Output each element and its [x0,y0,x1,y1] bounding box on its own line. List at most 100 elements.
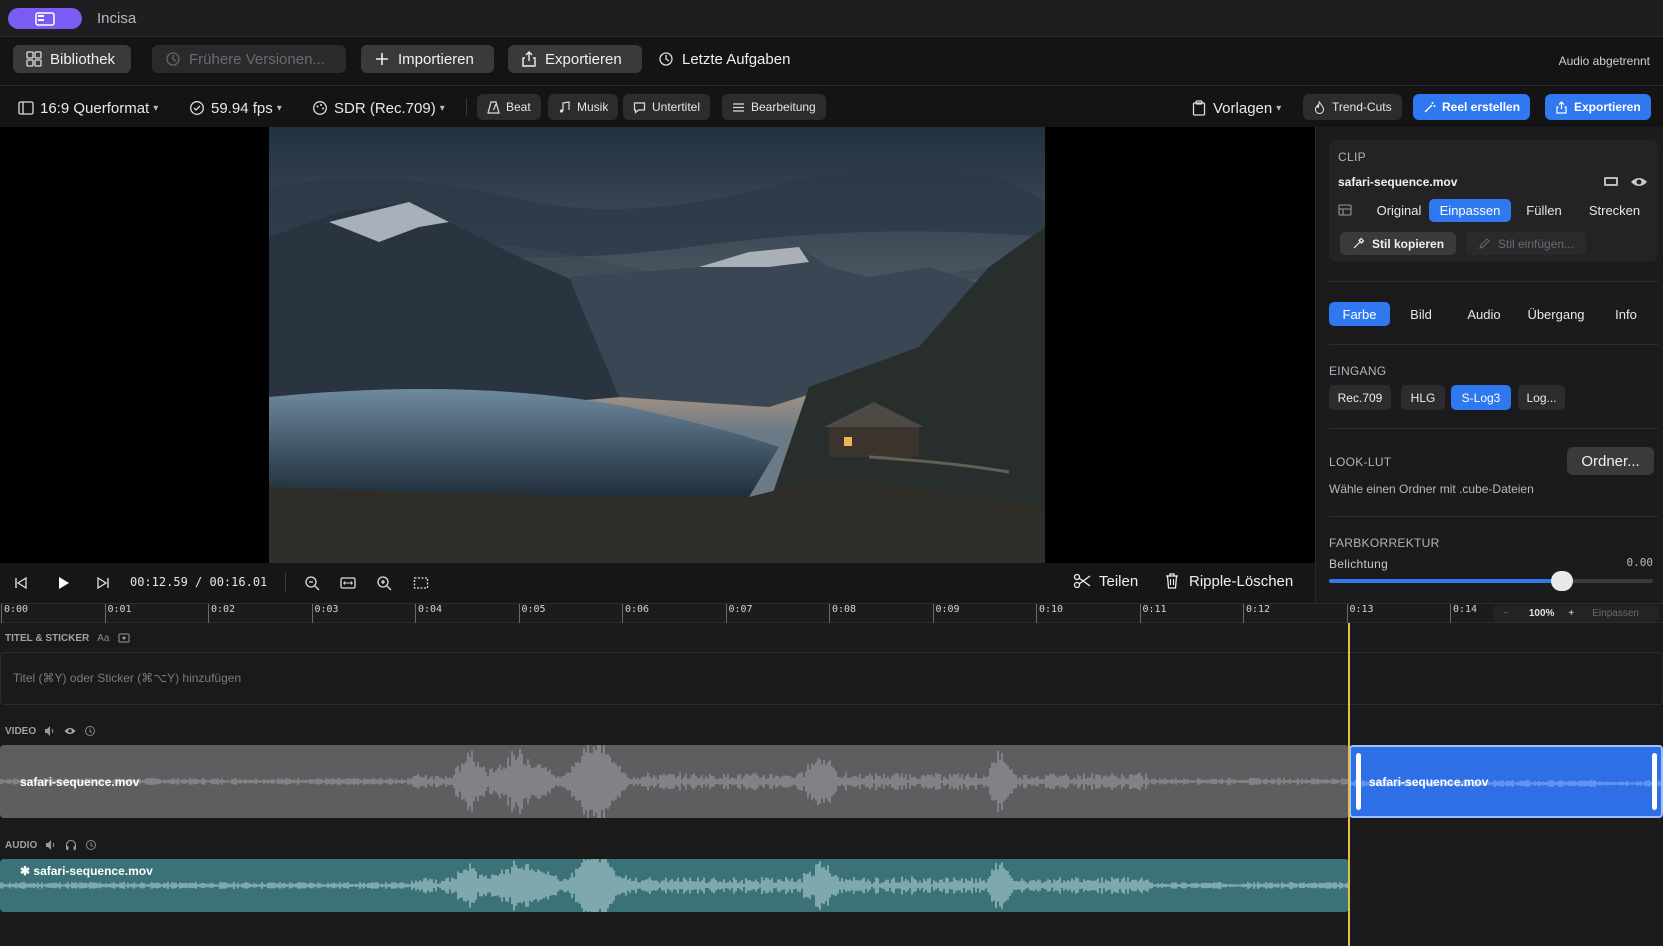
exposure-slider-fill [1329,579,1561,583]
clip-filename: safari-sequence.mov [1338,175,1458,189]
play-icon[interactable] [55,575,71,591]
plus-icon [376,53,388,65]
split-button[interactable]: Teilen [1073,572,1138,590]
export-button[interactable]: Exportieren [1545,94,1651,120]
eye-icon[interactable] [64,725,76,737]
separator [285,572,286,592]
video-clip-selected[interactable]: safari-sequence.mov [1349,745,1663,818]
speaker-icon[interactable] [44,725,56,737]
zoom-fit-button[interactable]: Einpassen [1592,608,1639,619]
zoom-level: 100% [1528,608,1555,619]
input-slog3[interactable]: S-Log3 [1451,385,1511,410]
beat-button[interactable]: Beat [477,94,541,120]
ruler-tick: 0:11 [1139,604,1167,623]
create-reel-button[interactable]: Reel erstellen [1413,94,1531,120]
scissors-icon [1073,573,1091,589]
export-label: Exportieren [1574,100,1641,114]
step-back-icon[interactable] [13,575,29,591]
app-badge[interactable] [8,8,82,29]
list-icon [733,102,744,112]
fit-mode-fuellen[interactable]: Füllen [1511,199,1577,222]
step-forward-icon[interactable] [95,575,111,591]
paste-style-button[interactable]: Stil einfügen... [1466,232,1587,255]
zoom-in-icon[interactable] [376,575,392,591]
landscape-preview-image [269,127,1045,563]
exposure-value: 0.00 [1626,556,1654,569]
ripple-delete-button[interactable]: Ripple-Löschen [1163,572,1293,590]
tab-farbe[interactable]: Farbe [1329,302,1390,326]
fit-mode-original[interactable]: Original [1362,199,1436,222]
speaker-icon[interactable] [45,839,57,851]
fit-mode-strecken[interactable]: Strecken [1577,199,1652,222]
share-icon [1556,100,1567,114]
tab-audio[interactable]: Audio [1452,302,1516,326]
clip-trim-handle-left[interactable] [1356,753,1361,810]
share-icon [522,51,536,67]
aspect-ratio-dropdown[interactable]: 16:9 Querformat ▾ [18,96,158,120]
divider [1329,344,1658,345]
lock-icon[interactable] [84,725,96,737]
speech-bubble-icon [633,101,646,114]
timeline-ruler[interactable]: 0:00 0:01 0:02 0:03 0:04 0:05 0:06 0:07 0:08 0:09… [0,603,1663,623]
zoom-out-icon[interactable] [304,575,320,591]
previous-versions-button[interactable]: Frühere Versionen... [152,45,346,73]
lock-icon[interactable] [85,839,97,851]
divider [1329,281,1658,282]
audio-track-name: AUDIO [5,839,38,851]
zoom-out-button[interactable]: − [1503,608,1509,619]
copy-style-button[interactable]: Stil kopieren [1340,232,1457,255]
fit-timeline-icon[interactable] [340,575,356,591]
choose-folder-button[interactable]: Ordner... [1567,447,1654,475]
subtitles-button[interactable]: Untertitel [623,94,711,120]
fit-mode-einpassen[interactable]: Einpassen [1429,199,1511,222]
library-button[interactable]: Bibliothek [13,45,131,73]
headphones-icon[interactable] [65,839,77,851]
tab-info[interactable]: Info [1596,302,1656,326]
divider [1329,516,1658,517]
video-viewer[interactable] [0,127,1315,563]
ruler-tick: 0:12 [1243,604,1270,623]
trend-cuts-button[interactable]: Trend-Cuts [1303,94,1402,120]
waveform-icon: ✱ [20,864,31,878]
input-rec709[interactable]: Rec.709 [1329,385,1391,410]
pencil-icon [1479,238,1490,249]
export-button-top[interactable]: Exportieren [508,45,642,73]
templates-dropdown[interactable]: Vorlagen ▾ [1191,96,1281,120]
recent-tasks-button[interactable]: Letzte Aufgaben [645,45,803,73]
chevron-down-icon: ▾ [153,102,159,114]
import-button[interactable]: Importieren [361,45,494,73]
playhead[interactable] [1348,623,1350,946]
titles-lane[interactable]: Titel (⌘Y) oder Sticker (⌘⌥Y) hinzufügen [0,652,1663,705]
paste-style-label: Stil einfügen... [1498,236,1575,251]
input-log[interactable]: Log... [1518,385,1565,410]
grid-icon [26,51,42,67]
editing-button[interactable]: Bearbeitung [722,94,826,120]
marquee-select-icon[interactable] [413,575,429,591]
clip-trim-handle-right[interactable] [1652,753,1657,810]
app-name: Incisa [97,10,137,27]
exposure-slider[interactable] [1329,571,1653,591]
video-clip[interactable]: safari-sequence.mov [0,745,1349,818]
monitor-icon[interactable] [1603,176,1619,188]
sticker-icon[interactable] [118,632,130,644]
previous-versions-label: Frühere Versionen... [189,50,325,68]
ruler-tick: 0:07 [725,604,753,623]
input-hlg[interactable]: HLG [1401,385,1445,410]
text-style-icon[interactable]: Aa [97,633,109,644]
exposure-slider-thumb[interactable] [1551,571,1573,591]
music-button[interactable]: Musik [548,94,619,120]
export-label-top: Exportieren [545,50,622,68]
audio-clip-label: ✱ safari-sequence.mov [20,864,153,878]
tab-uebergang[interactable]: Übergang [1516,302,1596,326]
divider [0,85,1663,86]
eye-icon[interactable] [1630,176,1648,188]
ruler-tick: 0:00 [1,604,28,623]
zoom-in-button[interactable]: + [1568,608,1574,619]
fps-dropdown[interactable]: 59.94 fps ▾ [189,96,282,120]
audio-clip-name: safari-sequence.mov [33,864,153,878]
editing-label: Bearbeitung [751,100,816,114]
ruler-tick: 0:13 [1346,604,1374,623]
audio-clip[interactable]: ✱ safari-sequence.mov [0,859,1349,912]
tab-bild[interactable]: Bild [1390,302,1452,326]
color-space-dropdown[interactable]: SDR (Rec.709) ▾ [312,96,445,120]
